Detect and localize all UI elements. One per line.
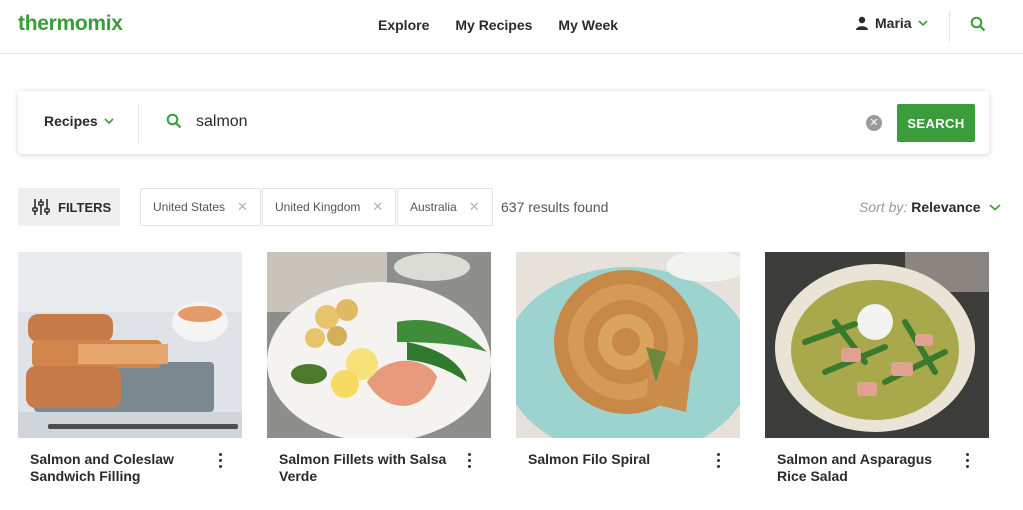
header-search-button[interactable]: [970, 16, 986, 37]
recipe-title[interactable]: Salmon Filo Spiral: [528, 451, 698, 468]
close-icon[interactable]: ✕: [237, 199, 248, 215]
header-divider: [949, 10, 950, 42]
main-nav: Explore My Recipes My Week: [378, 17, 618, 33]
filter-chip-united-kingdom[interactable]: United Kingdom ✕: [262, 188, 397, 226]
recipe-card[interactable]: Salmon Fillets with Salsa Verde: [267, 252, 491, 484]
chip-label: Australia: [410, 200, 457, 214]
search-icon: [166, 113, 182, 129]
sort-label: Sort by:: [859, 199, 908, 215]
search-input[interactable]: [196, 109, 836, 135]
recipe-card[interactable]: Salmon and Coleslaw Sandwich Filling: [18, 252, 242, 484]
recipe-title[interactable]: Salmon Fillets with Salsa Verde: [279, 451, 449, 485]
close-icon[interactable]: ✕: [469, 199, 480, 215]
recipe-image[interactable]: [765, 252, 989, 438]
chevron-down-icon: [104, 118, 114, 125]
sliders-icon: [32, 199, 50, 215]
more-options-icon[interactable]: [465, 453, 473, 471]
search-icon: [970, 16, 986, 32]
more-options-icon[interactable]: [963, 453, 971, 471]
sort-dropdown[interactable]: Sort by: Relevance: [859, 199, 1001, 215]
search-panel: Recipes ✕ SEARCH: [18, 91, 989, 154]
category-dropdown[interactable]: Recipes: [44, 113, 114, 129]
nav-explore[interactable]: Explore: [378, 17, 429, 33]
chevron-down-icon: [918, 20, 928, 27]
nav-my-recipes[interactable]: My Recipes: [455, 17, 532, 33]
filter-chip-australia[interactable]: Australia ✕: [397, 188, 493, 226]
thermomix-logo[interactable]: thermomix: [18, 12, 123, 36]
more-options-icon[interactable]: [216, 453, 224, 471]
chip-label: United States: [153, 200, 226, 214]
recipe-image[interactable]: [267, 252, 491, 438]
user-name: Maria: [875, 15, 912, 31]
filters-label: FILTERS: [58, 199, 112, 215]
search-divider: [138, 103, 139, 143]
filter-chip-united-states[interactable]: United States ✕: [140, 188, 261, 226]
search-button[interactable]: SEARCH: [897, 104, 975, 142]
recipe-card[interactable]: Salmon and Asparagus Rice Salad: [765, 252, 989, 484]
user-menu[interactable]: Maria: [855, 15, 928, 31]
recipe-card[interactable]: Salmon Filo Spiral: [516, 252, 740, 468]
more-options-icon[interactable]: [714, 453, 722, 471]
recipe-image[interactable]: [516, 252, 740, 438]
recipe-title[interactable]: Salmon and Coleslaw Sandwich Filling: [30, 451, 200, 485]
category-label: Recipes: [44, 113, 98, 129]
filters-button[interactable]: FILTERS: [18, 188, 120, 226]
chevron-down-icon: [988, 204, 1001, 211]
close-icon[interactable]: ✕: [372, 199, 383, 215]
sort-value: Relevance: [911, 199, 981, 215]
chip-label: United Kingdom: [275, 200, 361, 214]
top-header: thermomix Explore My Recipes My Week Mar…: [0, 0, 1023, 54]
results-count: 637 results found: [501, 199, 609, 215]
recipe-image[interactable]: [18, 252, 242, 438]
recipe-title[interactable]: Salmon and Asparagus Rice Salad: [777, 451, 947, 485]
clear-search-icon[interactable]: ✕: [866, 115, 882, 131]
user-icon: [856, 16, 868, 30]
nav-my-week[interactable]: My Week: [558, 17, 618, 33]
